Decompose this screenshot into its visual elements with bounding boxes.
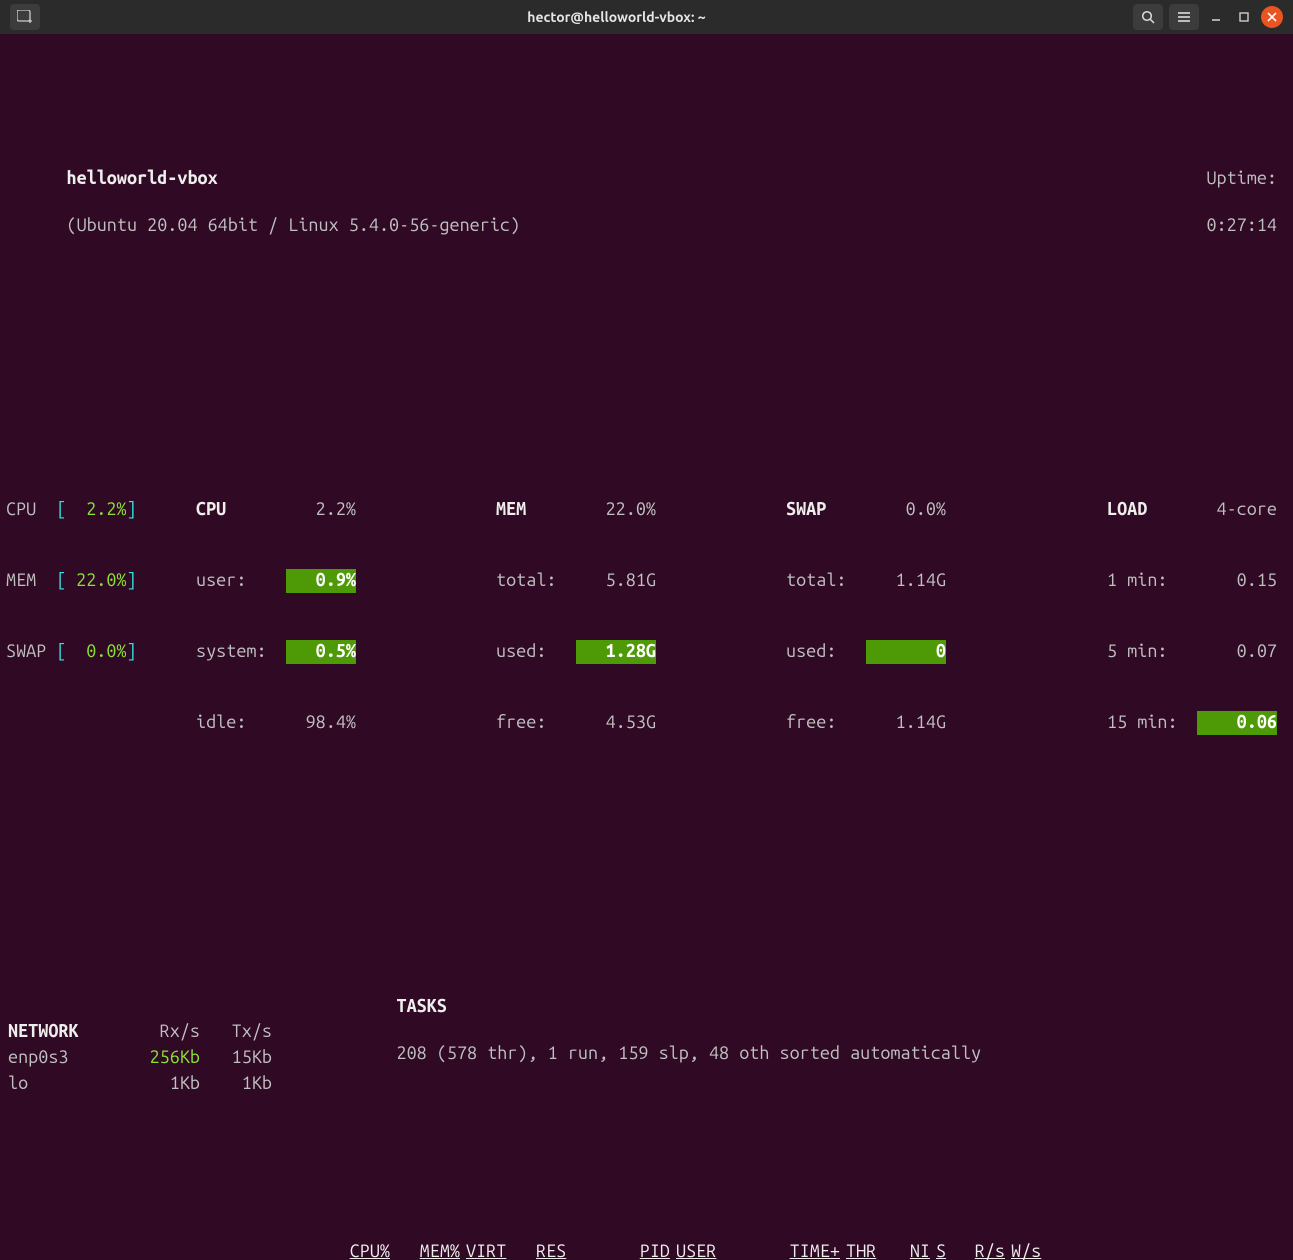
mem-used-label: used:	[496, 640, 576, 664]
menu-button[interactable]	[1169, 4, 1199, 30]
tasks-col-s: S	[936, 1240, 961, 1260]
cpu-title: CPU	[196, 498, 286, 522]
tasks-title: TASKS	[396, 996, 446, 1016]
uptime-value: 0:27:14	[1206, 215, 1277, 235]
iface-tx: 15Kb	[212, 1046, 282, 1070]
uptime-label: Uptime:	[1206, 168, 1277, 188]
mini-mem-value: 22.0%	[67, 569, 127, 593]
search-button[interactable]	[1133, 4, 1163, 30]
maximize-button[interactable]	[1233, 6, 1255, 28]
tasks-col-ni: NI	[896, 1240, 936, 1260]
load-block: LOAD4-core 1 min:0.15 5 min:0.07 15 min:…	[1086, 450, 1287, 783]
terminal-output[interactable]: helloworld-vbox (Ubuntu 20.04 64bit / Li…	[0, 34, 1293, 1260]
tasks-col-cpu%: CPU%	[336, 1240, 396, 1260]
cpu-system-label: system:	[196, 640, 286, 664]
load-cores: 4-core	[1197, 498, 1277, 522]
network-row: lo1Kb1Kb	[8, 1072, 282, 1096]
mini-swap-value: 0.0%	[67, 640, 127, 664]
net-tasks-row: NETWORK Rx/s Tx/s enp0s3256Kb15Kblo1Kb1K…	[6, 971, 1287, 1145]
mini-swap-label: SWAP	[6, 641, 46, 661]
network-title: NETWORK	[8, 1020, 128, 1044]
close-button[interactable]	[1261, 6, 1283, 28]
tasks-col-cmd	[1051, 1240, 1121, 1260]
tasks-col-thr: THR	[846, 1240, 896, 1260]
tasks-col-r/s: R/s	[961, 1240, 1011, 1260]
iface-rx: 1Kb	[130, 1072, 210, 1096]
cpu-system-value: 0.5%	[286, 640, 356, 664]
load-15min-value: 0.06	[1197, 711, 1277, 735]
load-15min-label: 15 min:	[1107, 711, 1197, 735]
load-5min-value: 0.07	[1197, 640, 1277, 664]
iface-name: lo	[8, 1072, 128, 1096]
tasks-col-pid: PID	[606, 1240, 676, 1260]
gauges-block: CPU [2.2%] MEM [22.0%] SWAP [0.0%] CPU2.…	[6, 450, 1287, 783]
cpu-user-label: user:	[196, 569, 286, 593]
cpu-block: CPU2.2% user:0.9% system:0.5% idle:98.4%	[196, 450, 496, 783]
window-title: hector@helloworld-vbox: ~	[170, 8, 1063, 26]
tasks-col-res: RES	[536, 1240, 606, 1260]
os-info: (Ubuntu 20.04 64bit / Linux 5.4.0-56-gen…	[66, 215, 520, 235]
swap-total-value: 1.14G	[866, 569, 946, 593]
mem-free-label: free:	[496, 711, 576, 735]
swap-title: SWAP	[786, 498, 866, 522]
mem-pct: 22.0%	[576, 498, 656, 522]
swap-free-value: 1.14G	[866, 711, 946, 735]
swap-total-label: total:	[786, 569, 866, 593]
minimize-button[interactable]	[1205, 6, 1227, 28]
terminal-plus-icon	[17, 10, 33, 24]
load-1min-value: 0.15	[1197, 569, 1277, 593]
tasks-summary: 208 (578 thr), 1 run, 159 slp, 48 oth so…	[396, 1043, 981, 1063]
network-tx-label: Tx/s	[212, 1020, 282, 1044]
mini-cpu-value: 2.2%	[67, 498, 127, 522]
tasks-col-time+: TIME+	[766, 1240, 846, 1260]
hamburger-icon	[1177, 11, 1191, 23]
mini-bars: CPU [2.2%] MEM [22.0%] SWAP [0.0%]	[6, 450, 196, 783]
network-table: NETWORK Rx/s Tx/s enp0s3256Kb15Kblo1Kb1K…	[6, 1018, 284, 1097]
network-rx-label: Rx/s	[130, 1020, 210, 1044]
close-icon	[1267, 12, 1277, 22]
cpu-user-value: 0.9%	[286, 569, 356, 593]
iface-tx: 1Kb	[212, 1072, 282, 1096]
cpu-idle-value: 98.4%	[286, 711, 356, 735]
new-tab-button[interactable]	[10, 4, 40, 30]
tasks-col-w/s: W/s	[1011, 1240, 1051, 1260]
mini-cpu-label: CPU	[6, 499, 36, 519]
tasks-table: CPU%MEM%VIRTRESPIDUSERTIME+THRNISR/sW/s …	[336, 1240, 1121, 1260]
mem-title: MEM	[496, 498, 576, 522]
tasks-col-virt: VIRT	[466, 1240, 536, 1260]
tasks-col-user: USER	[676, 1240, 766, 1260]
mem-total-value: 5.81G	[576, 569, 656, 593]
mini-mem-label: MEM	[6, 570, 36, 590]
swap-used-label: used:	[786, 640, 866, 664]
network-row: enp0s3256Kb15Kb	[8, 1046, 282, 1070]
swap-used-value: 0	[866, 640, 946, 664]
mem-used-value: 1.28G	[576, 640, 656, 664]
maximize-icon	[1238, 11, 1250, 23]
load-5min-label: 5 min:	[1107, 640, 1197, 664]
swap-block: SWAP0.0% total:1.14G used:0 free:1.14G	[786, 450, 1086, 783]
tasks-col-mem%: MEM%	[396, 1240, 466, 1260]
cpu-total: 2.2%	[286, 498, 356, 522]
header-line: helloworld-vbox (Ubuntu 20.04 64bit / Li…	[6, 143, 1287, 262]
load-title: LOAD	[1107, 498, 1197, 522]
window-titlebar: hector@helloworld-vbox: ~	[0, 0, 1293, 34]
mem-total-label: total:	[496, 569, 576, 593]
load-1min-label: 1 min:	[1107, 569, 1197, 593]
swap-pct: 0.0%	[866, 498, 946, 522]
swap-free-label: free:	[786, 711, 866, 735]
minimize-icon	[1210, 11, 1222, 23]
iface-name: enp0s3	[8, 1046, 128, 1070]
mem-free-value: 4.53G	[576, 711, 656, 735]
mem-block: MEM22.0% total:5.81G used:1.28G free:4.5…	[496, 450, 786, 783]
cpu-idle-label: idle:	[196, 711, 286, 735]
search-icon	[1141, 10, 1155, 24]
hostname: helloworld-vbox	[66, 168, 217, 188]
iface-rx: 256Kb	[130, 1046, 210, 1070]
